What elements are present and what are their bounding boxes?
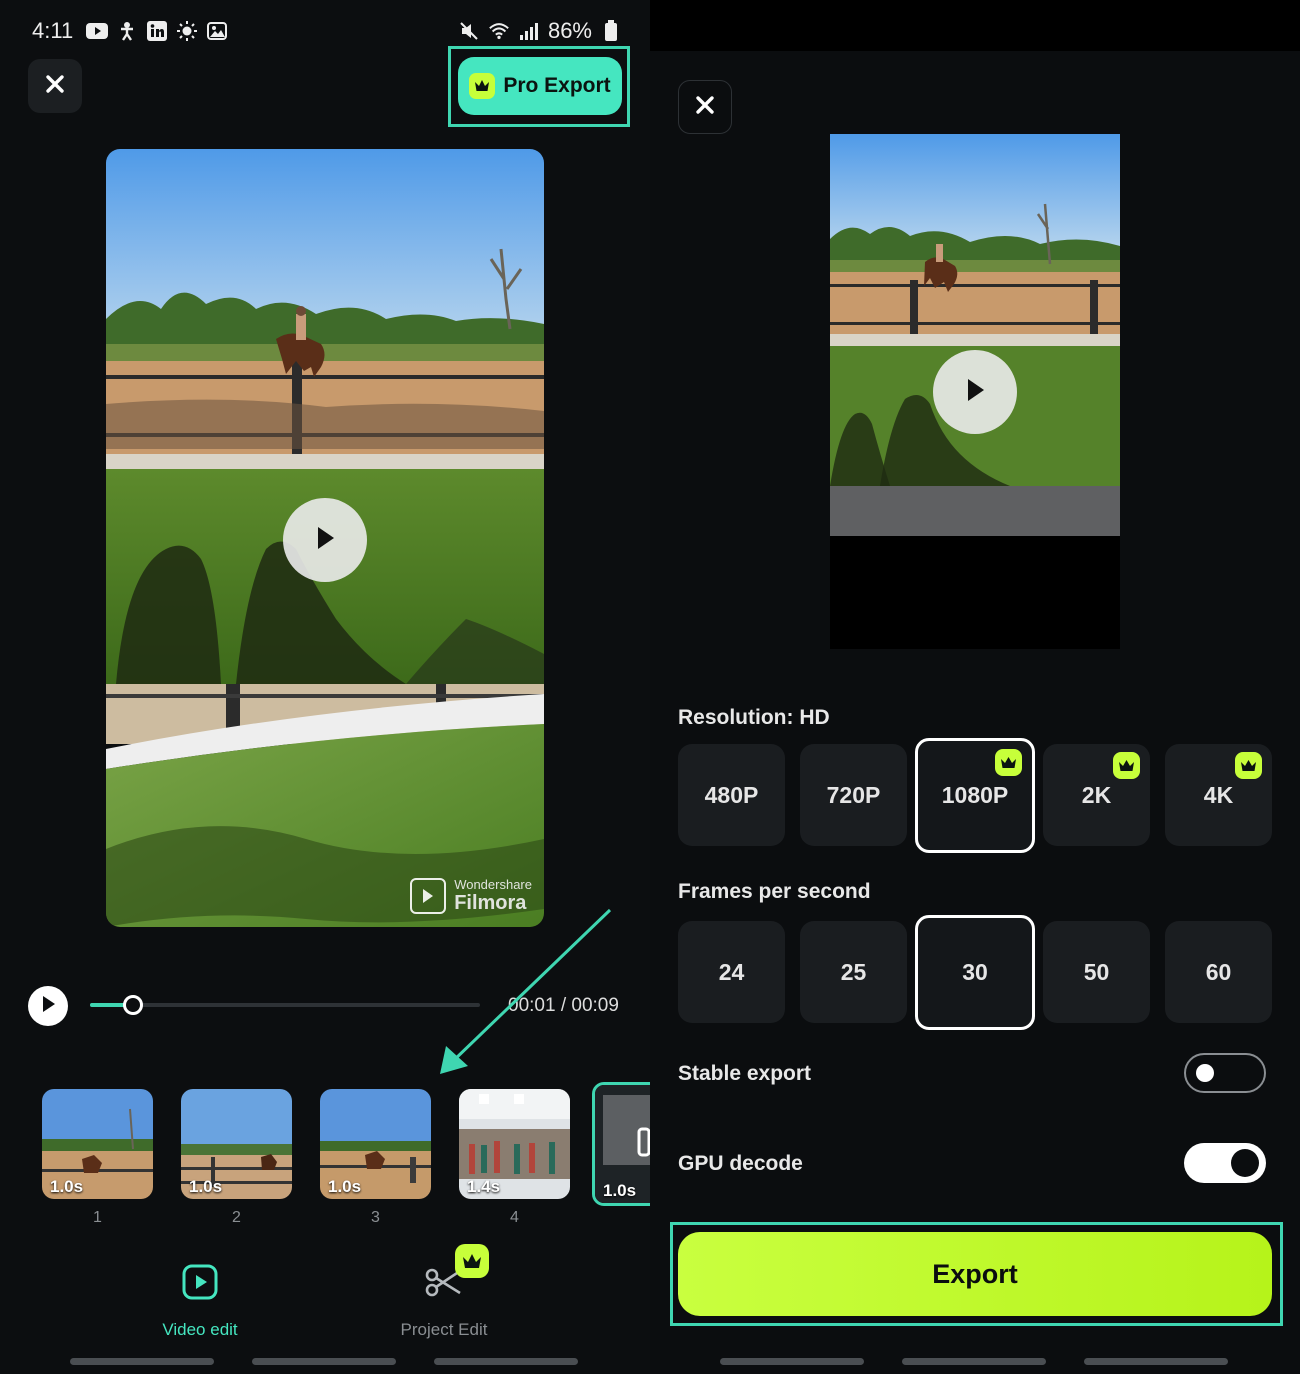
mute-icon bbox=[458, 20, 480, 42]
brightness-icon bbox=[176, 20, 198, 42]
clip-index: 2 bbox=[232, 1209, 241, 1226]
resolution-option-2k[interactable]: 2K bbox=[1043, 744, 1150, 846]
clip-duration: 1.4s bbox=[467, 1177, 501, 1196]
pro-export-label: Pro Export bbox=[503, 74, 611, 97]
status-bar: 4:11 86% bbox=[32, 16, 622, 46]
fps-option-label: 50 bbox=[1083, 958, 1110, 985]
export-preview[interactable] bbox=[830, 134, 1120, 649]
fps-option-25[interactable]: 25 bbox=[800, 921, 907, 1023]
stable-export-label: Stable export bbox=[678, 1062, 812, 1085]
play-icon bbox=[40, 995, 56, 1018]
resolution-option-label: 4K bbox=[1203, 781, 1234, 808]
clip-index: 1 bbox=[93, 1209, 102, 1226]
watermark-brand-small: Wondershare bbox=[454, 877, 532, 892]
status-notification-icons bbox=[86, 20, 228, 42]
tab-project-edit[interactable]: Project Edit bbox=[364, 1262, 524, 1340]
pro-export-button[interactable]: Pro Export bbox=[458, 57, 622, 115]
clip-duration: 1.0s bbox=[50, 1177, 84, 1196]
tab-video-edit-label: Video edit bbox=[162, 1320, 238, 1339]
gallery-icon bbox=[206, 20, 228, 42]
fps-option-label: 24 bbox=[718, 958, 745, 985]
play-icon bbox=[313, 525, 337, 556]
wifi-icon bbox=[488, 20, 510, 42]
clip-thumbnail[interactable]: 1.4s bbox=[459, 1089, 570, 1199]
status-time: 4:11 bbox=[32, 18, 74, 43]
scrubber-handle[interactable] bbox=[122, 995, 143, 1015]
resolution-option-label: 1080P bbox=[941, 782, 1009, 808]
accessibility-icon bbox=[116, 20, 138, 42]
export-button-label: Export bbox=[932, 1258, 1018, 1289]
fps-option-50[interactable]: 50 bbox=[1043, 921, 1150, 1023]
video-preview[interactable]: Wondershare Filmora bbox=[106, 149, 544, 927]
timeline-play-button[interactable] bbox=[28, 986, 68, 1026]
playback-scrubber[interactable] bbox=[90, 995, 480, 1015]
clip-thumbnail[interactable]: 1.0s bbox=[320, 1089, 431, 1199]
clip-index: 4 bbox=[510, 1209, 519, 1226]
play-icon bbox=[963, 377, 987, 408]
crown-icon bbox=[1235, 752, 1262, 779]
resolution-option-1080p[interactable]: 1080P bbox=[915, 738, 1035, 853]
nav-bar-segment bbox=[1084, 1358, 1228, 1365]
fps-option-30[interactable]: 30 bbox=[915, 915, 1035, 1030]
video-edit-icon bbox=[181, 1263, 219, 1306]
preview-play-button[interactable] bbox=[283, 498, 367, 582]
editor-screen: 4:11 86% Pro Export Wondershare Filmora … bbox=[0, 0, 650, 1374]
toggle-knob bbox=[1196, 1064, 1214, 1082]
annotation-arrow bbox=[440, 908, 612, 1074]
resolution-option-label: 2K bbox=[1081, 781, 1112, 808]
battery-icon bbox=[600, 20, 622, 42]
close-icon bbox=[45, 74, 65, 99]
top-bar bbox=[650, 0, 1300, 51]
status-system-icons: 86% bbox=[458, 18, 622, 44]
clip-duration: 1.0s bbox=[328, 1177, 362, 1196]
close-export-button[interactable] bbox=[678, 80, 732, 134]
linkedin-icon bbox=[146, 20, 168, 42]
export-button[interactable]: Export bbox=[678, 1232, 1272, 1316]
stable-export-toggle[interactable] bbox=[1184, 1053, 1266, 1093]
fps-option-60[interactable]: 60 bbox=[1165, 921, 1272, 1023]
crown-icon bbox=[1113, 752, 1140, 779]
resolution-option-720p[interactable]: 720P bbox=[800, 744, 907, 846]
close-icon bbox=[695, 95, 715, 120]
crown-icon bbox=[995, 749, 1022, 776]
resolution-option-480p[interactable]: 480P bbox=[678, 744, 785, 846]
signal-icon bbox=[518, 20, 540, 42]
export-settings-screen: Resolution: HD 480P 720P 1080P 2K 4K Fra… bbox=[650, 0, 1300, 1374]
clip-duration: 1.0s bbox=[189, 1177, 223, 1196]
clip-thumbnail[interactable]: 1.0s bbox=[42, 1089, 153, 1199]
clip-thumbnail-selected[interactable]: 1.0s bbox=[592, 1082, 650, 1206]
nav-bar-segment bbox=[720, 1358, 864, 1365]
fps-option-label: 30 bbox=[962, 959, 988, 985]
close-editor-button[interactable] bbox=[28, 59, 82, 113]
nav-bar-segment bbox=[70, 1358, 214, 1365]
toggle-knob bbox=[1231, 1149, 1259, 1177]
clip-index: 3 bbox=[371, 1209, 380, 1226]
resolution-option-label: 720P bbox=[826, 781, 881, 808]
nav-bar-segment bbox=[252, 1358, 396, 1365]
fps-option-label: 25 bbox=[840, 958, 867, 985]
nav-bar-segment bbox=[902, 1358, 1046, 1365]
fps-option-label: 60 bbox=[1205, 958, 1232, 985]
fps-option-24[interactable]: 24 bbox=[678, 921, 785, 1023]
tab-video-edit[interactable]: Video edit bbox=[120, 1262, 280, 1340]
fps-label: Frames per second bbox=[678, 880, 871, 903]
clip-thumbnail[interactable]: 1.0s bbox=[181, 1089, 292, 1199]
tab-project-edit-label: Project Edit bbox=[400, 1320, 488, 1339]
resolution-option-label: 480P bbox=[704, 781, 759, 808]
nav-bar-segment bbox=[434, 1358, 578, 1365]
crown-icon bbox=[469, 73, 496, 99]
gpu-decode-label: GPU decode bbox=[678, 1152, 803, 1175]
crown-icon bbox=[455, 1244, 489, 1278]
clip-duration: 1.0s bbox=[603, 1181, 637, 1200]
gpu-decode-toggle[interactable] bbox=[1184, 1143, 1266, 1183]
battery-percent: 86% bbox=[547, 18, 592, 43]
resolution-label: Resolution: HD bbox=[678, 706, 830, 729]
resolution-option-4k[interactable]: 4K bbox=[1165, 744, 1272, 846]
export-preview-play-button[interactable] bbox=[933, 350, 1017, 434]
youtube-icon bbox=[86, 20, 108, 42]
